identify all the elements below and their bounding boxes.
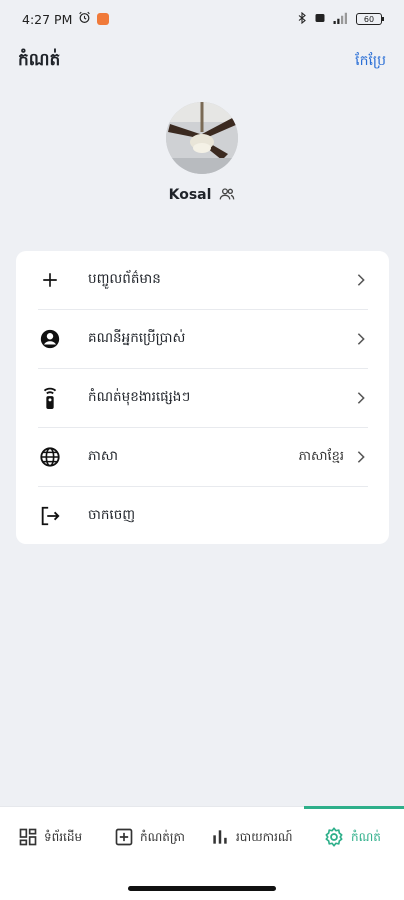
menu-item-label: ចាកចេញ	[88, 507, 136, 523]
menu-item-label: គណនីអ្នកប្រើប្រាស់	[88, 330, 186, 346]
nav-label: របាយការណ៍	[236, 830, 293, 844]
add-box-icon	[114, 827, 134, 850]
status-left: 4:27 PM	[22, 11, 110, 27]
username: Kosal	[168, 187, 212, 203]
chevron-right-icon	[354, 273, 368, 287]
status-right: 60	[296, 11, 384, 27]
ceiling-fan-image	[166, 102, 238, 174]
globe-icon	[38, 445, 62, 469]
nav-reports[interactable]: របាយការណ៍	[210, 823, 293, 853]
nfc-icon	[314, 12, 326, 27]
plus-icon	[38, 268, 62, 292]
chevron-right-icon	[354, 332, 368, 346]
status-bar: 4:27 PM 60	[0, 0, 404, 38]
menu-item-other-functions[interactable]: កំណត់មុខងារផ្សេងៗ	[38, 369, 368, 427]
active-tab-indicator	[304, 806, 404, 809]
chevron-right-icon	[354, 450, 368, 464]
home-indicator[interactable]	[128, 886, 276, 891]
account-circle-icon	[38, 327, 62, 351]
remote-icon	[38, 386, 62, 410]
gesture-area	[0, 868, 404, 900]
signal-icon	[332, 12, 350, 27]
menu-item-user-account[interactable]: គណនីអ្នកប្រើប្រាស់	[38, 310, 368, 368]
language-value: ភាសាខ្មែរ	[298, 448, 344, 464]
nav-label: ទំព័រដើម	[44, 830, 83, 844]
status-time: 4:27 PM	[22, 11, 73, 27]
nav-records[interactable]: កំណត់ត្រា	[114, 823, 185, 853]
nav-home[interactable]: ទំព័រដើម	[18, 823, 82, 853]
logout-icon	[38, 504, 62, 528]
nav-label: កំណត់ត្រា	[140, 830, 185, 844]
page-title: កំណត់	[18, 49, 61, 70]
header: កំណត់ កែប្រែ	[0, 44, 404, 78]
edit-button[interactable]: កែប្រែ	[355, 51, 386, 72]
nav-settings[interactable]: កំណត់	[323, 823, 381, 853]
menu-item-add-info[interactable]: បញ្ចូលព័ត៌មាន	[38, 251, 368, 309]
dashboard-icon	[18, 827, 38, 850]
settings-menu-card: បញ្ចូលព័ត៌មាន គណនីអ្នកប្រើប្រាស់ កំណត់មុ…	[16, 251, 389, 544]
people-icon[interactable]	[219, 186, 235, 205]
notification-app-icon	[97, 13, 110, 25]
bottom-nav: ទំព័រដើម កំណត់ត្រា របាយការណ៍ កំណត់	[0, 806, 404, 868]
chevron-right-icon	[354, 391, 368, 405]
menu-item-logout[interactable]: ចាកចេញ	[38, 487, 368, 545]
menu-item-label: ភាសា	[88, 448, 118, 464]
alarm-icon	[78, 11, 91, 27]
menu-item-label: កំណត់មុខងារផ្សេងៗ	[88, 389, 191, 405]
avatar[interactable]	[166, 102, 238, 174]
nav-label: កំណត់	[351, 830, 381, 844]
battery-icon: 60	[356, 13, 384, 25]
profile-row: Kosal	[0, 184, 404, 206]
menu-item-label: បញ្ចូលព័ត៌មាន	[88, 271, 161, 287]
settings-icon	[323, 826, 345, 851]
bar-chart-icon	[210, 827, 230, 850]
menu-item-language[interactable]: ភាសា ភាសាខ្មែរ	[38, 428, 368, 486]
bluetooth-icon	[296, 11, 308, 27]
